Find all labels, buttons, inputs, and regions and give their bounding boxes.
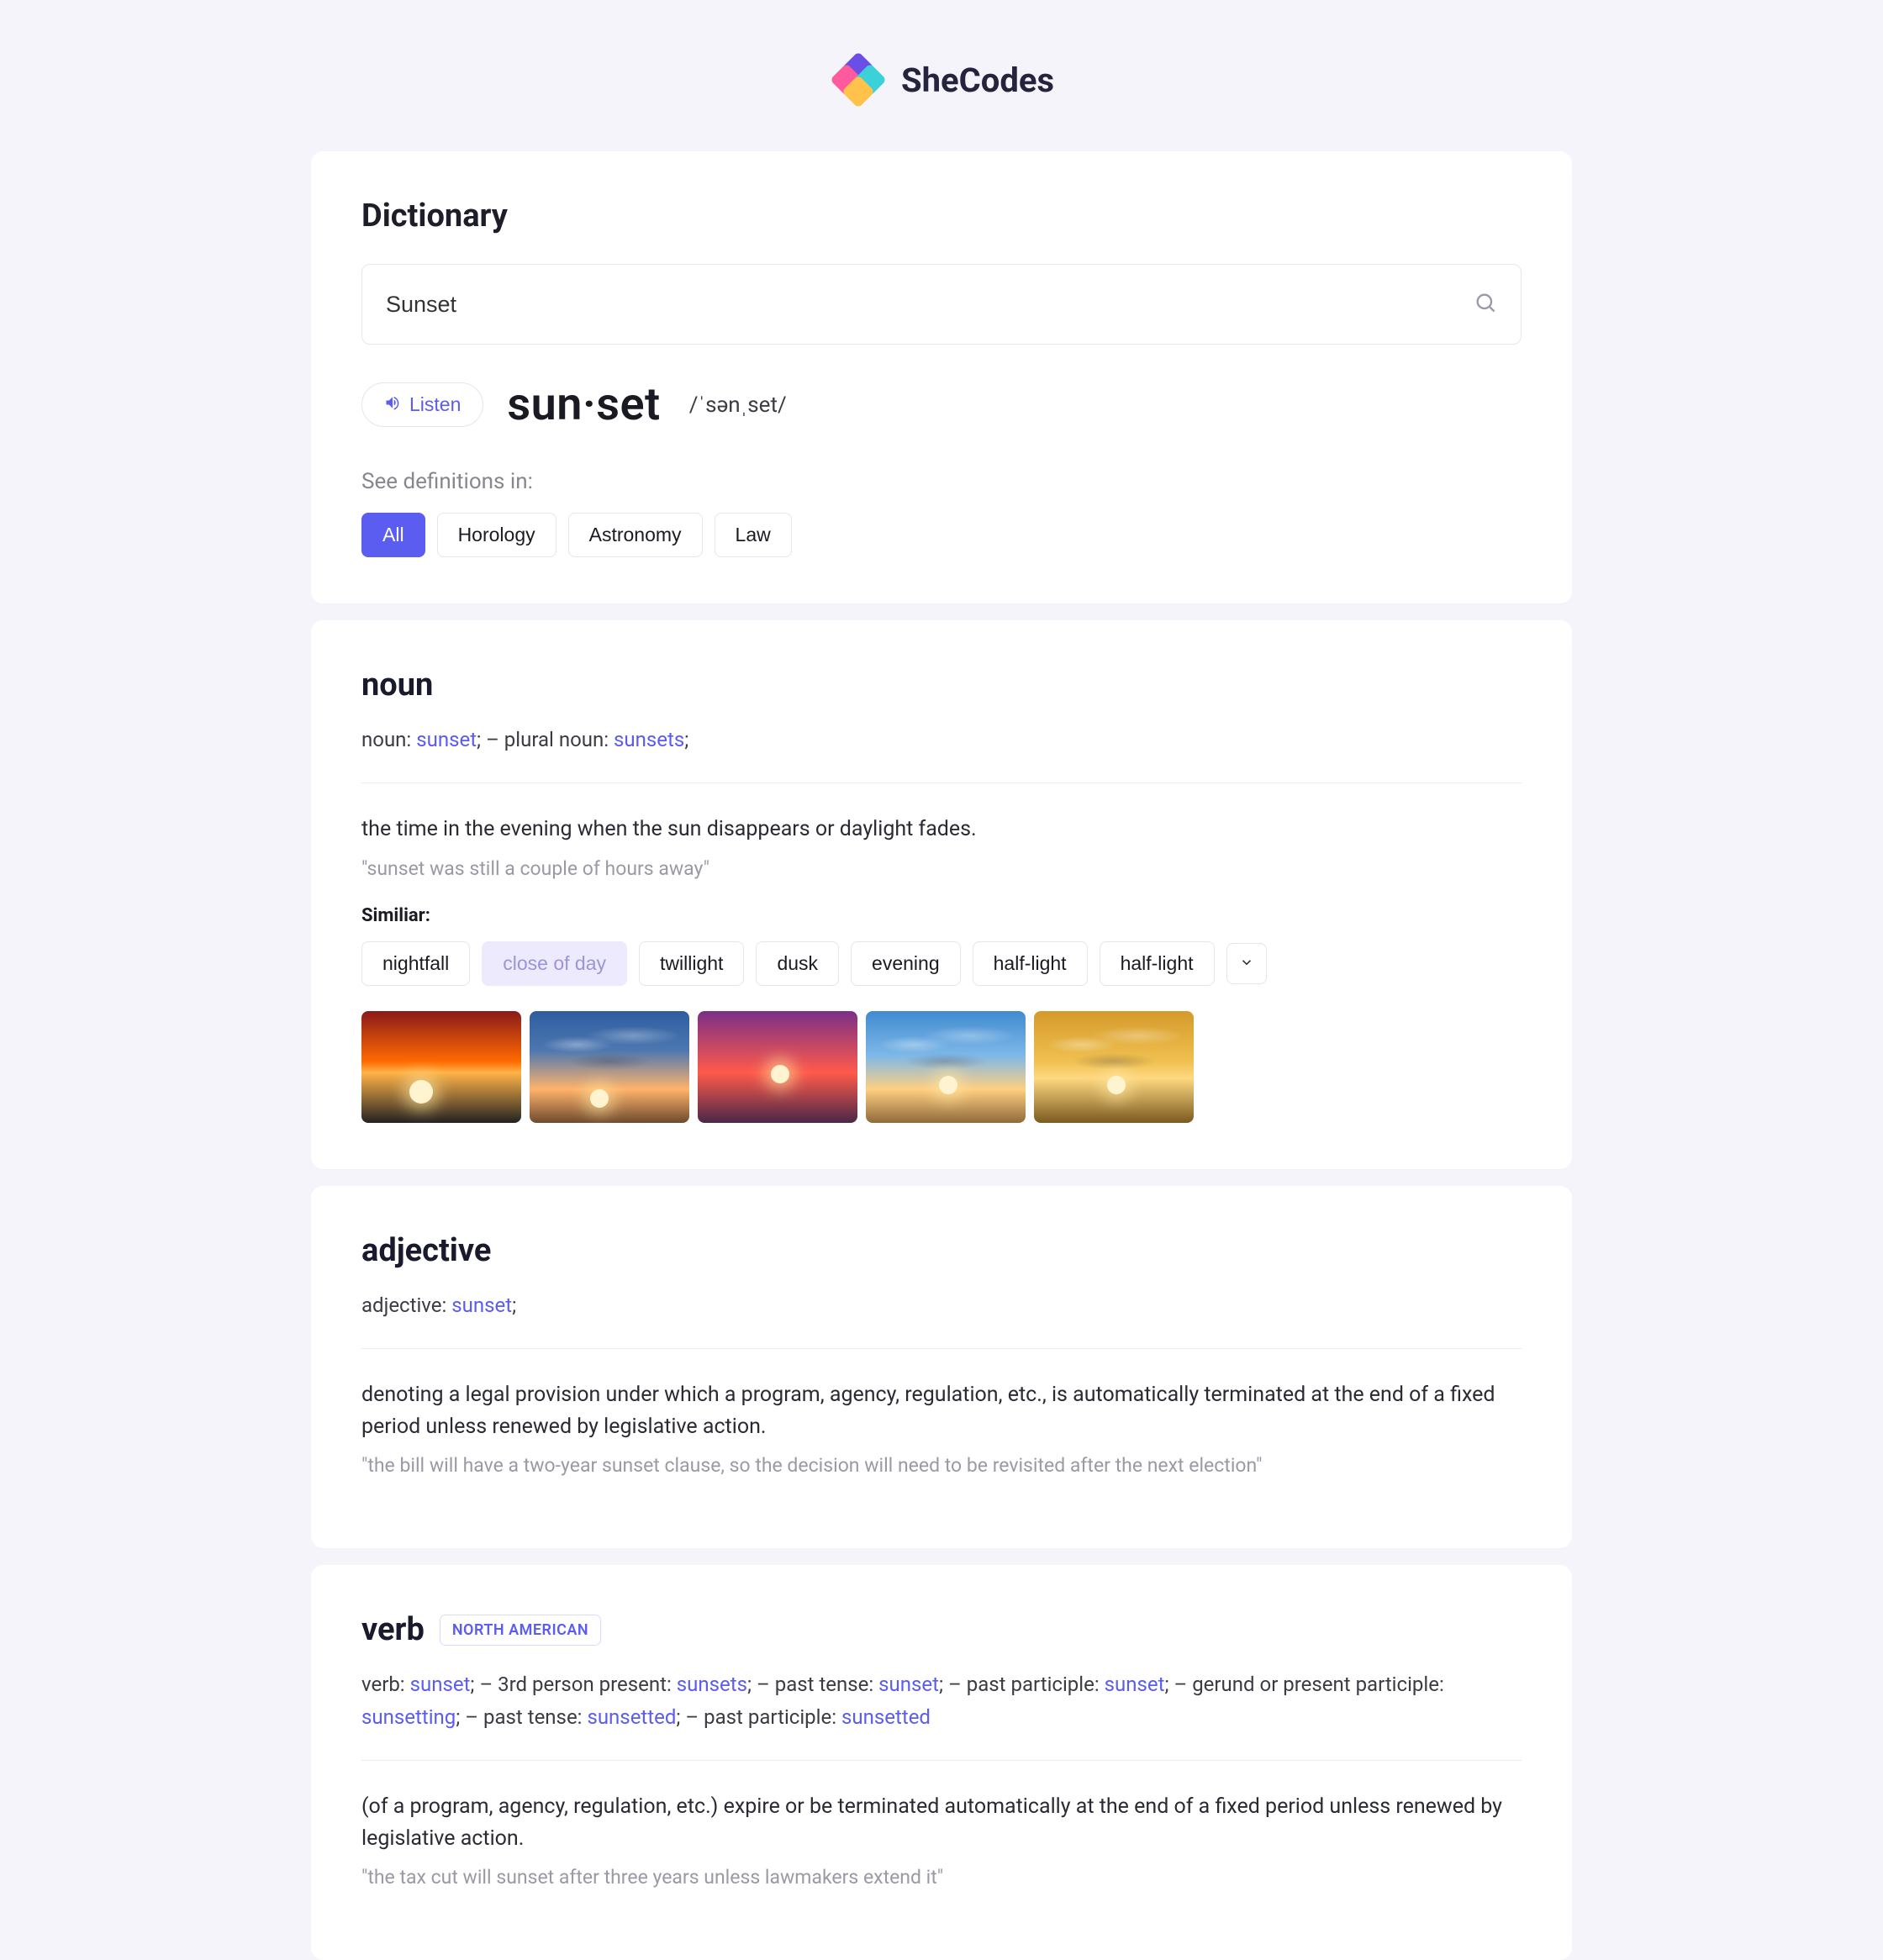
see-definitions-label: See definitions in:: [361, 469, 1522, 494]
pronunciation: /ˈsənˌset/: [689, 392, 787, 418]
brand-logo-icon: [829, 50, 888, 109]
verb-forms: verb: sunset; – 3rd person present: suns…: [361, 1668, 1522, 1733]
similar-chip[interactable]: nightfall: [361, 941, 470, 986]
similar-label: Similiar:: [361, 905, 1522, 926]
category-chip-law[interactable]: Law: [715, 513, 792, 557]
sunset-image-1[interactable]: [361, 1011, 521, 1123]
sunset-image-3[interactable]: [698, 1011, 857, 1123]
verb-definition: (of a program, agency, regulation, etc.)…: [361, 1791, 1522, 1854]
adjective-example: "the bill will have a two-year sunset cl…: [361, 1454, 1522, 1477]
divider: [361, 1760, 1522, 1761]
category-chips: All Horology Astronomy Law: [361, 513, 1522, 557]
verb-card: verb NORTH AMERICAN verb: sunset; – 3rd …: [311, 1565, 1572, 1960]
listen-button[interactable]: Listen: [361, 382, 483, 427]
region-chip: NORTH AMERICAN: [440, 1615, 601, 1646]
adjective-forms: adjective: sunset;: [361, 1289, 1522, 1321]
noun-example: "sunset was still a couple of hours away…: [361, 857, 1522, 880]
sunset-image-4[interactable]: [866, 1011, 1026, 1123]
image-results: [361, 1011, 1522, 1123]
category-chip-all[interactable]: All: [361, 513, 425, 557]
similar-chip[interactable]: half-light: [1100, 941, 1215, 986]
divider: [361, 1348, 1522, 1349]
page-title: Dictionary: [361, 198, 1522, 234]
sunset-image-5[interactable]: [1034, 1011, 1194, 1123]
pos-title-noun: noun: [361, 667, 1522, 703]
brand-header: SheCodes: [311, 50, 1572, 109]
sunset-image-2[interactable]: [530, 1011, 689, 1123]
pos-title-adjective: adjective: [361, 1232, 1522, 1269]
divider: [361, 782, 1522, 783]
listen-label: Listen: [409, 393, 461, 416]
chevron-down-icon: [1239, 955, 1254, 970]
similar-chip[interactable]: dusk: [756, 941, 839, 986]
search-field-wrap: [361, 264, 1522, 345]
category-chip-horology[interactable]: Horology: [437, 513, 556, 557]
adjective-card: adjective adjective: sunset; denoting a …: [311, 1186, 1572, 1548]
noun-definition: the time in the evening when the sun dis…: [361, 814, 1522, 846]
pos-title-verb: verb: [361, 1611, 425, 1648]
dictionary-card: Dictionary Listen sun·set /ˈsənˌset/ See…: [311, 151, 1572, 603]
expand-similar-button[interactable]: [1226, 943, 1267, 984]
brand-name: SheCodes: [901, 61, 1054, 100]
similar-chip[interactable]: close of day: [482, 941, 627, 986]
similar-chip[interactable]: twillight: [639, 941, 744, 986]
category-chip-astronomy[interactable]: Astronomy: [568, 513, 703, 557]
headword: sun·set: [507, 378, 660, 431]
noun-card: noun noun: sunset; – plural noun: sunset…: [311, 620, 1572, 1169]
adjective-definition: denoting a legal provision under which a…: [361, 1379, 1522, 1442]
noun-forms: noun: sunset; – plural noun: sunsets;: [361, 724, 1522, 756]
search-icon[interactable]: [1474, 291, 1497, 318]
headword-row: Listen sun·set /ˈsənˌset/: [361, 378, 1522, 431]
search-input[interactable]: [386, 292, 1474, 318]
similar-chip[interactable]: half-light: [973, 941, 1088, 986]
verb-example: "the tax cut will sunset after three yea…: [361, 1866, 1522, 1889]
audio-icon: [384, 393, 401, 416]
similar-chip[interactable]: evening: [851, 941, 961, 986]
similar-chips: nightfall close of day twillight dusk evenin…: [361, 941, 1522, 986]
